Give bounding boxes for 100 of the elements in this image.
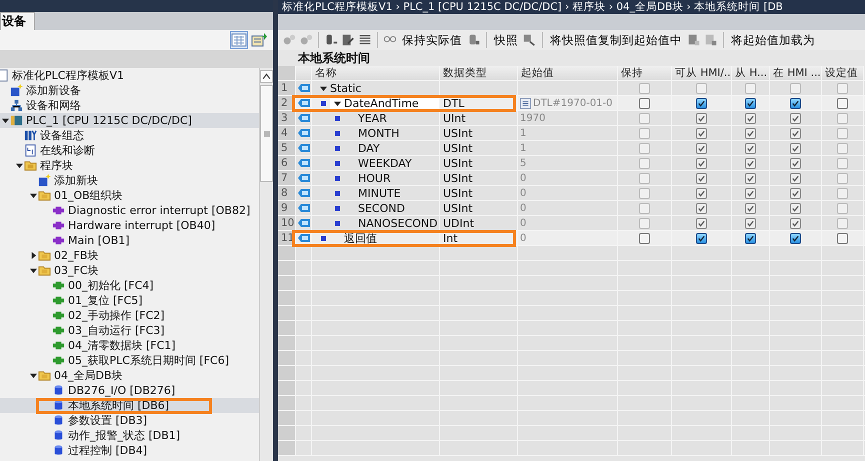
- tree-item[interactable]: 过程控制 [DB4]: [0, 443, 259, 458]
- tree-item[interactable]: 参数设置 [DB3]: [0, 413, 259, 428]
- column-header[interactable]: 设定值: [822, 66, 864, 80]
- type-cell: USInt: [443, 172, 473, 184]
- tree-item[interactable]: 04_全局DB块: [0, 368, 259, 383]
- row-number: 3: [278, 111, 296, 125]
- tree-item[interactable]: 01_复位 [FC5]: [0, 293, 259, 308]
- folder-icon: [38, 264, 51, 276]
- toolbar-button[interactable]: 将快照值复制到起始值中: [548, 32, 684, 48]
- column-header[interactable]: 在 HMI ...: [770, 66, 822, 80]
- name-cell-text: 返回值: [343, 231, 378, 245]
- tree-item[interactable]: 01_OB组织块: [0, 188, 259, 203]
- tree-item[interactable]: 02_手动操作 [FC2]: [0, 308, 259, 323]
- tree-item[interactable]: Diagnostic error interrupt [OB82]: [0, 203, 259, 218]
- tree-item[interactable]: 在线和诊断: [0, 143, 259, 158]
- tag-icon: [298, 143, 310, 153]
- type-cell: USInt: [443, 186, 473, 200]
- tree-item[interactable]: 03_FC块: [0, 263, 259, 278]
- column-header[interactable]: 起始值: [518, 66, 618, 80]
- caret-right-icon[interactable]: [30, 252, 36, 258]
- tree-item[interactable]: 程序块: [0, 158, 259, 173]
- tree-item[interactable]: 设备组态: [0, 128, 259, 143]
- column-header[interactable]: 数据类型: [440, 66, 518, 80]
- type-cell: Int: [443, 232, 458, 244]
- toolbar-button[interactable]: 保持实际值: [400, 32, 464, 48]
- row-number: 9: [278, 201, 296, 215]
- scrollbar[interactable]: [259, 68, 273, 461]
- type-cell: USInt: [443, 156, 473, 170]
- tag-icon: [298, 173, 310, 183]
- tag-icon: [298, 158, 310, 168]
- tree-item[interactable]: 04_清零数据块 [FC1]: [0, 338, 259, 353]
- cylinder-icon: [52, 428, 65, 442]
- devices-tab[interactable]: 设备: [0, 12, 35, 30]
- breadcrumb: 标准化PLC程序模板V1 › PLC_1 [CPU 1215C DC/DC/DC] › 程序块 › 04_全局DB块 › 本地系统时间 [DB: [278, 0, 865, 14]
- scroll-thumb[interactable]: [260, 85, 273, 182]
- member-marker-icon: [334, 130, 340, 136]
- tree-item[interactable]: 设备和网络: [0, 98, 259, 113]
- tree-item[interactable]: 03_自动运行 [FC3]: [0, 323, 259, 338]
- grid-view-icon[interactable]: [231, 32, 247, 48]
- caret-down-icon[interactable]: [2, 116, 8, 124]
- tree-item[interactable]: 动作_报警_状态 [DB1]: [0, 428, 259, 443]
- browse-icon[interactable]: [520, 98, 531, 108]
- start-value: 0: [520, 188, 526, 198]
- tag-icon: [298, 113, 310, 123]
- row-number: 7: [278, 171, 296, 185]
- tag-icon: [298, 203, 310, 213]
- column-header[interactable]: 保持: [618, 66, 672, 80]
- tree-item[interactable]: 添加新块: [0, 173, 259, 188]
- tree-item[interactable]: PLC_1 [CPU 1215C DC/DC/DC]: [0, 113, 259, 128]
- caret-down-icon[interactable]: [30, 266, 36, 274]
- toolbar-button[interactable]: 快照: [492, 32, 520, 48]
- cylinder-icon: [52, 398, 65, 412]
- tree-item[interactable]: Main [OB1]: [0, 233, 259, 248]
- type-cell: USInt: [443, 142, 473, 154]
- name-cell-text: MINUTE: [357, 186, 402, 200]
- list-icon[interactable]: [358, 33, 372, 47]
- tree-item[interactable]: 02_FB块: [0, 248, 259, 263]
- caret-down-icon[interactable]: [16, 162, 22, 168]
- start-value: 0: [520, 202, 526, 214]
- row-number: 10: [278, 216, 296, 230]
- tree-item[interactable]: 添加新设备: [0, 83, 259, 98]
- type-cell: UInt: [443, 112, 466, 124]
- member-marker-icon: [334, 206, 340, 210]
- tree-item[interactable]: 05_获取PLC系统日期时间 [FC6]: [0, 353, 259, 368]
- name-cell: Static: [316, 81, 439, 95]
- start-value: 0: [520, 172, 526, 184]
- start-value: 1: [520, 128, 526, 138]
- caret-down-icon[interactable]: [30, 372, 36, 378]
- tag-icon: [298, 233, 310, 243]
- tree-item[interactable]: 标准化PLC程序模板V1: [0, 68, 259, 83]
- column-header[interactable]: 可从 HMI/...: [672, 66, 732, 80]
- row-number: 5: [278, 141, 296, 155]
- toolbar-button[interactable]: 将起始值加载为: [729, 32, 817, 48]
- cylinder-icon: [52, 384, 65, 396]
- member-marker-icon: [334, 160, 340, 166]
- name-cell-text: MONTH: [357, 126, 400, 140]
- tag-icon: [298, 83, 310, 93]
- database-icon[interactable]: [467, 33, 481, 47]
- column-header[interactable]: 名称: [312, 66, 440, 80]
- scroll-up-icon[interactable]: [260, 70, 273, 83]
- start-value: 0: [520, 232, 526, 244]
- table-arrow-icon[interactable]: [251, 32, 267, 48]
- row-number: 1: [278, 81, 296, 95]
- edit-icon[interactable]: [341, 33, 355, 47]
- tree-item[interactable]: 00_初始化 [FC4]: [0, 278, 259, 293]
- column-header[interactable]: 从 H...: [732, 66, 770, 80]
- tree-item[interactable]: DB276_I/O [DB276]: [0, 383, 259, 398]
- tree-item[interactable]: Hardware interrupt [OB40]: [0, 218, 259, 233]
- member-marker-icon: [320, 100, 326, 106]
- folder-icon: [38, 368, 51, 382]
- name-cell-text: SECOND: [357, 201, 406, 215]
- database-icon[interactable]: [324, 33, 338, 47]
- member-marker-icon: [334, 190, 340, 196]
- network-icon: [10, 98, 23, 112]
- start-value: 0: [520, 218, 526, 228]
- caret-down-icon[interactable]: [30, 192, 36, 198]
- type-cell: USInt: [443, 126, 473, 140]
- add-icon: [38, 174, 51, 186]
- row-number: 8: [278, 186, 296, 200]
- folder-icon: [38, 188, 51, 202]
